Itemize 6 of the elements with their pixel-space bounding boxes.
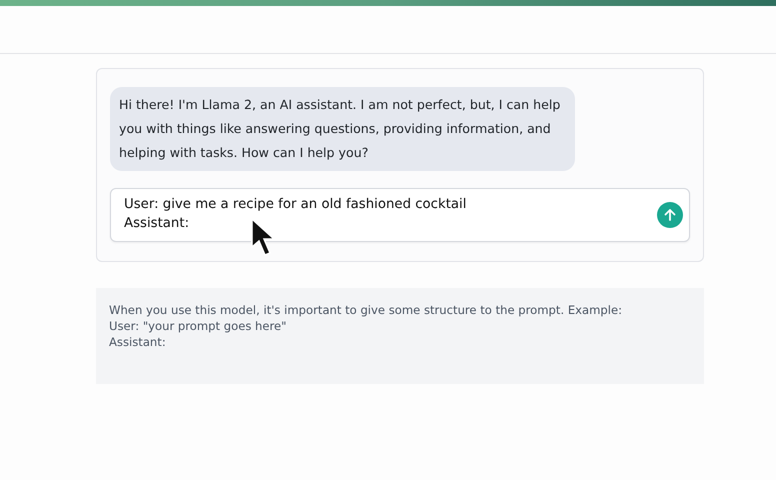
prompt-field[interactable]: User: give me a recipe for an old fashioned cocktail Assistant: (124, 195, 657, 235)
send-button[interactable] (657, 202, 683, 228)
message-bubble: Hi there! I'm Llama 2, an AI assistant. I am not perfect, but, I can help you with things like answering questions, providing information, and helping with tasks. How can I help you? (110, 87, 575, 171)
arrow-up-icon (663, 208, 677, 222)
prompt-box[interactable]: User: give me a recipe for an old fashioned cocktail Assistant: (110, 188, 690, 242)
note-text: When you use this model, it's important to give some structure to the prompt. Example: User: "your prompt goes here" Assistant: (109, 302, 624, 350)
